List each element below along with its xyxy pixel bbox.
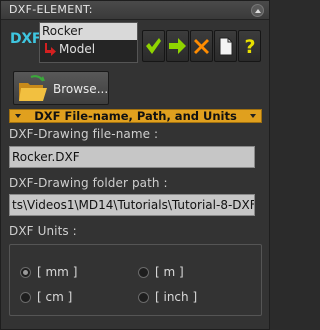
- cancel-button[interactable]: [190, 30, 213, 62]
- tree-item-label: Model: [59, 42, 96, 56]
- unit-option-m[interactable]: [ m ]: [138, 265, 184, 279]
- document-icon: [219, 37, 232, 55]
- browse-label: Browse...: [53, 82, 109, 96]
- file-name-input[interactable]: Rocker.DXF: [9, 146, 255, 168]
- units-label: DXF Units :: [9, 224, 77, 238]
- arrow-right-icon: [169, 38, 186, 54]
- folder-icon: [19, 75, 47, 101]
- svg-text:?: ?: [244, 36, 255, 56]
- radio-icon: [138, 291, 149, 303]
- close-x-icon: [194, 38, 209, 54]
- element-tree[interactable]: Rocker Model: [39, 22, 138, 63]
- dxf-element-panel: DXF-ELEMENT: DXF Rocker Model ? Browse..…: [0, 0, 270, 330]
- unit-option-label: [ inch ]: [155, 290, 198, 304]
- unit-option-inch[interactable]: [ inch ]: [138, 290, 197, 304]
- unit-option-label: [ mm ]: [37, 265, 78, 279]
- apply-button[interactable]: [166, 30, 189, 62]
- folder-path-input[interactable]: ts\Videos1\MD14\Tutorials\Tutorial-8-DXF…: [9, 194, 255, 216]
- folder-path-label: DXF-Drawing folder path :: [9, 176, 168, 190]
- browse-button[interactable]: Browse...: [13, 71, 109, 105]
- radio-icon: [20, 291, 31, 303]
- window-title: DXF-ELEMENT:: [9, 3, 93, 16]
- new-document-button[interactable]: [214, 30, 237, 62]
- chevron-down-icon: [250, 114, 256, 118]
- section-header[interactable]: DXF File-name, Path, and Units: [9, 109, 262, 123]
- checkmark-icon: [146, 38, 161, 54]
- red-arrow-icon: [45, 42, 56, 56]
- collapse-button[interactable]: [251, 4, 264, 17]
- dxf-logo: DXF: [10, 31, 42, 47]
- tree-item-model[interactable]: Model: [44, 41, 95, 57]
- help-icon: ?: [244, 36, 255, 56]
- file-name-label: DXF-Drawing file-name :: [9, 127, 159, 141]
- unit-option-cm[interactable]: [ cm ]: [20, 290, 72, 304]
- unit-option-label: [ m ]: [155, 265, 184, 279]
- title-bar: DXF-ELEMENT:: [1, 1, 269, 20]
- help-button[interactable]: ?: [238, 30, 261, 62]
- tree-item-rocker[interactable]: Rocker: [40, 23, 137, 40]
- section-title: DXF File-name, Path, and Units: [34, 109, 237, 123]
- radio-icon: [20, 266, 31, 278]
- unit-option-mm[interactable]: [ mm ]: [20, 265, 77, 279]
- radio-icon: [138, 266, 149, 278]
- unit-option-label: [ cm ]: [37, 290, 73, 304]
- ok-button[interactable]: [142, 30, 165, 62]
- units-group: [9, 244, 262, 316]
